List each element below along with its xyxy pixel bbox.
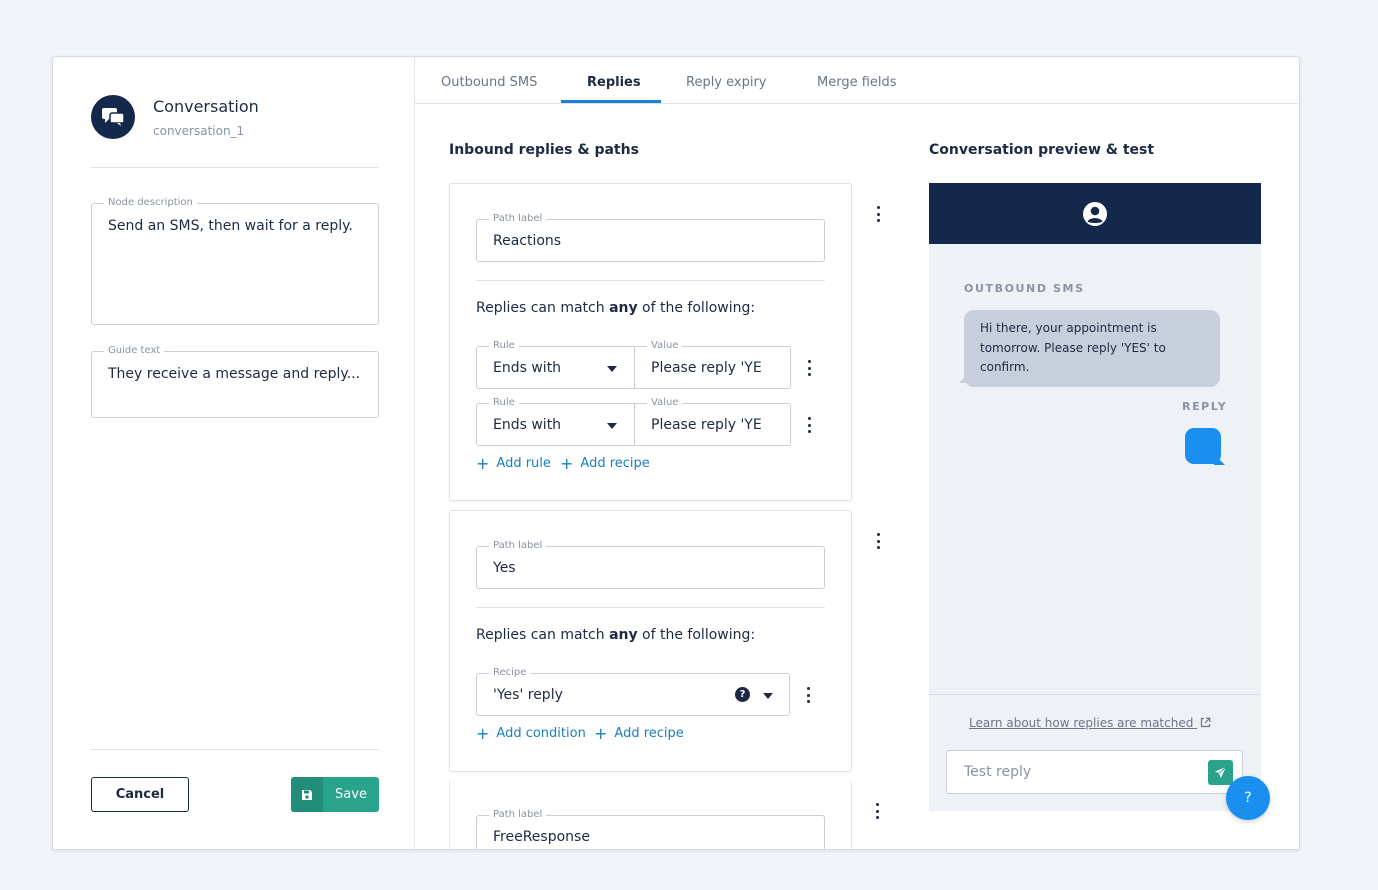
rule-value: Ends with [493,417,562,433]
add-recipe-link[interactable]: + Add recipe [560,454,650,473]
rule-value-text: Please reply 'YE [651,417,762,433]
divider [476,280,825,281]
test-reply-placeholder: Test reply [964,764,1032,780]
path-label-caption: Path label [489,809,547,821]
guide-text-label: Guide text [104,345,165,357]
reply-label: REPLY [1182,400,1228,413]
rule-value-text: Please reply 'YE [651,360,762,376]
preview-header [929,183,1261,244]
node-id: conversation_1 [153,124,245,138]
rule-caption: Rule [489,340,519,352]
guide-text-field[interactable]: Guide text They receive a message and re… [91,345,379,418]
path-label-field[interactable]: Path label FreeResponse [476,809,825,849]
path-label-caption: Path label [489,213,547,225]
add-rule-link[interactable]: + Add rule [476,454,551,473]
conversation-icon [91,95,135,139]
path-label-value: FreeResponse [493,829,590,845]
plus-icon: + [476,724,490,743]
path-card-freeresponse: Path label FreeResponse [449,780,852,849]
path-card-yes: Path label Yes Replies can match any of … [449,510,852,772]
path-label-value: Reactions [493,233,562,249]
rule-select[interactable]: Rule Ends with [476,340,635,389]
node-title: Conversation [153,97,259,116]
save-label: Save [335,787,367,802]
bubble-tail [1214,454,1225,465]
rule-row: Rule Ends with Value Please reply 'YE [476,340,791,389]
active-tab-indicator [561,100,661,103]
caret-down-icon [607,423,617,429]
replies-section-title: Inbound replies & paths [449,142,639,158]
tab-outbound-sms[interactable]: Outbound SMS [441,75,537,90]
recipe-select[interactable]: Recipe 'Yes' reply ? [476,667,790,716]
divider [91,749,379,750]
divider [91,167,379,168]
rule-value: Ends with [493,360,562,376]
path-label-caption: Path label [489,540,547,552]
save-icon [291,777,323,812]
rule-row: Rule Ends with Value Please reply 'YE [476,397,791,446]
add-condition-link[interactable]: + Add condition [476,724,586,743]
tab-replies[interactable]: Replies [587,75,641,90]
path-options-icon[interactable] [875,206,881,222]
path-card-reactions: Path label Reactions Replies can match a… [449,183,852,501]
plus-icon: + [476,454,490,473]
send-icon [1215,766,1227,778]
node-description-value: Send an SMS, then wait for a reply. [108,218,353,234]
more-options-icon[interactable] [806,417,812,433]
node-settings-panel: Conversation conversation_1 Node descrip… [53,57,415,849]
rule-value-input[interactable]: Value Please reply 'YE [634,397,791,446]
recipe-value: 'Yes' reply [493,687,563,703]
divider [476,607,825,608]
bubble-tail [959,373,969,383]
help-icon[interactable]: ? [735,687,750,702]
recipe-caption: Recipe [489,667,531,679]
plus-icon: + [560,454,574,473]
match-instructions: Replies can match any of the following: [476,300,756,316]
tab-bar: Outbound SMS Replies Reply expiry Merge … [415,57,1299,104]
save-button[interactable]: Save [291,777,379,812]
rule-value-input[interactable]: Value Please reply 'YE [634,340,791,389]
rule-select[interactable]: Rule Ends with [476,397,635,446]
cancel-button[interactable]: Cancel [91,777,189,812]
caret-down-icon [763,693,773,699]
divider [929,694,1261,695]
outbound-sms-label: OUTBOUND SMS [964,282,1085,295]
path-options-icon[interactable] [874,803,880,819]
value-caption: Value [647,397,683,409]
path-label-value: Yes [493,560,516,576]
learn-more-link[interactable]: Learn about how replies are matched [969,716,1211,730]
preview-section-title: Conversation preview & test [929,142,1155,158]
path-options-icon[interactable] [875,533,881,549]
more-options-icon[interactable] [805,687,811,703]
guide-text-value: They receive a message and reply... [108,366,361,382]
outbound-message-bubble: Hi there, your appointment is tomorrow. … [964,310,1220,387]
more-options-icon[interactable] [806,360,812,376]
node-description-field[interactable]: Node description Send an SMS, then wait … [91,197,379,325]
rule-caption: Rule [489,397,519,409]
external-link-icon [1201,717,1211,728]
help-button[interactable]: ? [1226,776,1270,820]
node-description-label: Node description [104,197,197,209]
add-recipe-link[interactable]: + Add recipe [594,724,684,743]
value-caption: Value [647,340,683,352]
plus-icon: + [594,724,608,743]
match-instructions: Replies can match any of the following: [476,627,756,643]
path-label-field[interactable]: Path label Yes [476,540,825,589]
test-reply-input[interactable]: Test reply [946,750,1243,794]
tab-reply-expiry[interactable]: Reply expiry [686,75,767,90]
send-button[interactable] [1208,760,1233,785]
user-avatar-icon [1083,201,1107,226]
tab-merge-fields[interactable]: Merge fields [817,75,897,90]
conversation-preview: OUTBOUND SMS Hi there, your appointment … [929,183,1261,811]
path-label-field[interactable]: Path label Reactions [476,213,825,262]
conversation-node-editor: Conversation conversation_1 Node descrip… [52,56,1300,850]
caret-down-icon [607,366,617,372]
